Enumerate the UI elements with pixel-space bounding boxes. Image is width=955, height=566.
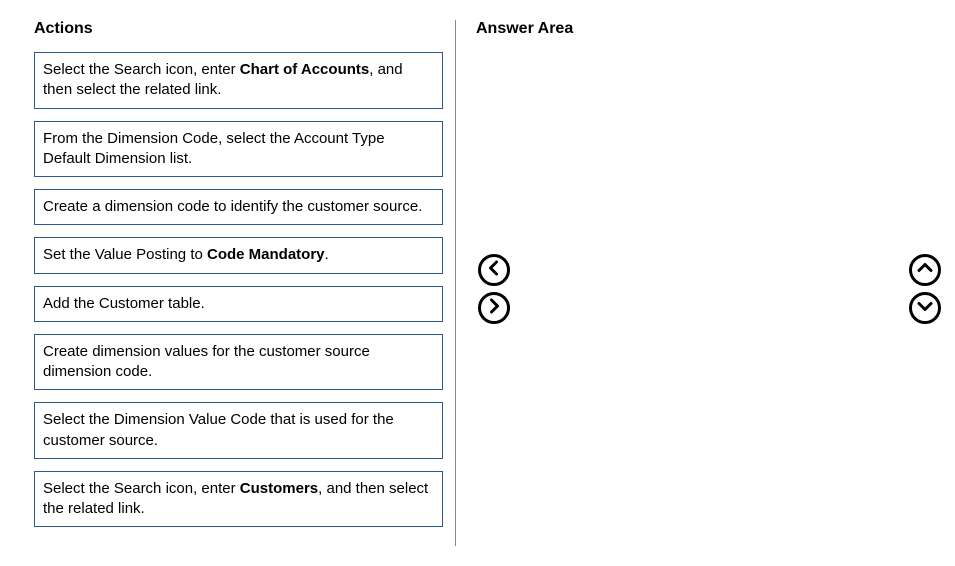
action-item[interactable]: Create dimension values for the customer… xyxy=(34,334,443,391)
action-item[interactable]: Select the Dimension Value Code that is … xyxy=(34,402,443,459)
move-down-button[interactable] xyxy=(909,292,941,324)
move-horizontal-controls xyxy=(478,254,510,324)
chevron-down-icon xyxy=(917,298,933,318)
actions-heading: Actions xyxy=(34,20,443,38)
action-text-pre: Select the Search icon, enter xyxy=(43,480,240,497)
move-left-button[interactable] xyxy=(478,254,510,286)
action-item[interactable]: Add the Customer table. xyxy=(34,286,443,322)
action-text-pre: Set the Value Posting to xyxy=(43,246,207,263)
action-text-pre: Add the Customer table. xyxy=(43,295,205,312)
move-vertical-controls xyxy=(909,254,941,324)
move-right-button[interactable] xyxy=(478,292,510,324)
move-up-button[interactable] xyxy=(909,254,941,286)
action-text-pre: Create dimension values for the customer… xyxy=(43,343,370,380)
chevron-left-icon xyxy=(486,260,502,280)
action-text-post: . xyxy=(325,246,329,263)
action-item[interactable]: Set the Value Posting to Code Mandatory. xyxy=(34,237,443,273)
action-item[interactable]: Select the Search icon, enter Chart of A… xyxy=(34,52,443,109)
action-text-bold: Code Mandatory xyxy=(207,246,325,263)
action-item[interactable]: From the Dimension Code, select the Acco… xyxy=(34,121,443,178)
chevron-right-icon xyxy=(486,298,502,318)
answer-area-heading: Answer Area xyxy=(476,20,943,38)
action-text-pre: Create a dimension code to identify the … xyxy=(43,198,422,215)
action-item[interactable]: Select the Search icon, enter Customers,… xyxy=(34,471,443,528)
action-text-pre: From the Dimension Code, select the Acco… xyxy=(43,130,385,167)
chevron-up-icon xyxy=(917,260,933,280)
action-text-pre: Select the Dimension Value Code that is … xyxy=(43,411,394,448)
actions-panel: Actions Select the Search icon, enter Ch… xyxy=(0,0,455,566)
action-item[interactable]: Create a dimension code to identify the … xyxy=(34,189,443,225)
action-text-bold: Customers xyxy=(240,480,318,497)
action-text-pre: Select the Search icon, enter xyxy=(43,61,240,78)
action-text-bold: Chart of Accounts xyxy=(240,61,369,78)
answer-area-panel: Answer Area xyxy=(456,0,955,566)
